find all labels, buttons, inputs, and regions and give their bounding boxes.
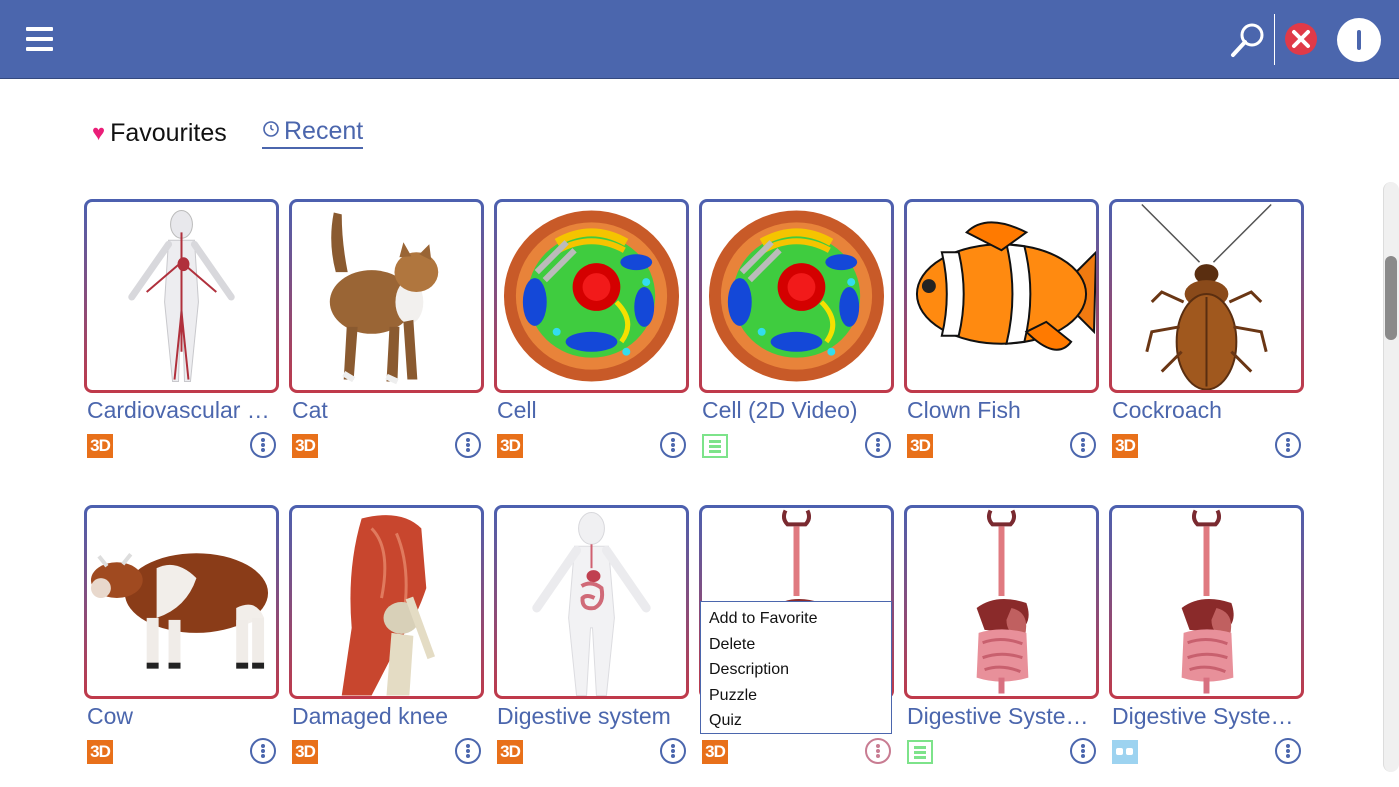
item-card[interactable]: Digestive Syste… [904,505,1099,767]
menu-item-add-to-favorite[interactable]: Add to Favorite [701,606,891,632]
3d-badge: 3D [1112,434,1138,458]
item-thumbnail[interactable] [289,505,484,699]
3d-badge: 3D [497,740,523,764]
item-card[interactable]: Damaged knee 3D [289,505,484,767]
search-icon[interactable] [1228,20,1268,60]
item-thumbnail[interactable] [1109,505,1304,699]
tab-favourites-label: Favourites [110,118,227,147]
header-divider [1274,14,1275,65]
item-title[interactable]: Damaged knee [292,703,484,730]
item-title[interactable]: Cockroach [1112,397,1304,424]
3d-badge: 3D [292,740,318,764]
more-options-icon[interactable] [250,738,276,764]
more-options-icon[interactable] [1275,738,1301,764]
more-options-icon[interactable] [865,738,891,764]
item-card[interactable]: Clown Fish 3D [904,199,1099,461]
3d-badge: 3D [87,740,113,764]
item-thumbnail[interactable] [494,199,689,393]
item-title[interactable]: Clown Fish [907,397,1099,424]
more-options-icon[interactable] [660,738,686,764]
3d-badge: 3D [87,434,113,458]
more-options-icon[interactable] [455,432,481,458]
item-card[interactable]: Digestive system 3D [494,505,689,767]
clock-icon [262,120,280,143]
more-options-icon[interactable] [1275,432,1301,458]
item-thumbnail[interactable] [84,199,279,393]
more-options-icon[interactable] [660,432,686,458]
item-context-menu: Add to Favorite Delete Description Puzzl… [700,601,892,734]
item-title[interactable]: Cat [292,397,484,424]
item-thumbnail[interactable] [1109,199,1304,393]
more-options-icon[interactable] [1070,738,1096,764]
hamburger-menu-icon[interactable] [24,24,56,56]
menu-item-delete[interactable]: Delete [701,632,891,658]
menu-item-quiz[interactable]: Quiz [701,708,891,734]
puzzle-badge-icon [1112,740,1138,764]
item-card[interactable]: Cat 3D [289,199,484,461]
item-card[interactable]: Cow 3D [84,505,279,767]
item-title[interactable]: Cell (2D Video) [702,397,894,424]
item-title[interactable]: Cell [497,397,689,424]
item-thumbnail[interactable] [289,199,484,393]
menu-item-description[interactable]: Description [701,657,891,683]
more-options-icon[interactable] [1070,432,1096,458]
more-options-icon[interactable] [865,432,891,458]
item-card[interactable]: Cell 3D [494,199,689,461]
menu-item-puzzle[interactable]: Puzzle [701,683,891,709]
item-card[interactable]: Digestive Syste… [1109,505,1304,767]
item-thumbnail[interactable] [904,505,1099,699]
item-title[interactable]: Digestive Syste… [907,703,1099,730]
tab-favourites[interactable]: ♥ Favourites [92,117,227,149]
item-title[interactable]: Cow [87,703,279,730]
item-card[interactable]: Cell (2D Video) [699,199,894,461]
video-badge-icon [702,434,728,458]
3d-badge: 3D [292,434,318,458]
item-title[interactable]: Digestive system [497,703,689,730]
close-x-icon[interactable] [1284,22,1318,56]
3d-badge: 3D [702,740,728,764]
top-bar [0,0,1399,79]
item-card[interactable]: Cardiovascular … 3D [84,199,279,461]
item-card[interactable]: Cockroach 3D [1109,199,1304,461]
item-title[interactable]: Digestive Syste… [1112,703,1304,730]
item-thumbnail[interactable] [494,505,689,699]
item-thumbnail[interactable] [84,505,279,699]
3d-badge: 3D [907,434,933,458]
tab-recent-label: Recent [284,116,364,145]
item-thumbnail[interactable] [904,199,1099,393]
3d-badge: 3D [497,434,523,458]
item-thumbnail[interactable] [699,199,894,393]
heart-icon: ♥ [92,120,106,145]
more-options-icon[interactable] [455,738,481,764]
info-icon[interactable] [1337,18,1381,62]
more-options-icon[interactable] [250,432,276,458]
video-badge-icon [907,740,933,764]
scrollbar-thumb[interactable] [1385,256,1397,340]
tab-recent[interactable]: Recent [262,116,364,149]
item-title[interactable]: Cardiovascular … [87,397,279,424]
